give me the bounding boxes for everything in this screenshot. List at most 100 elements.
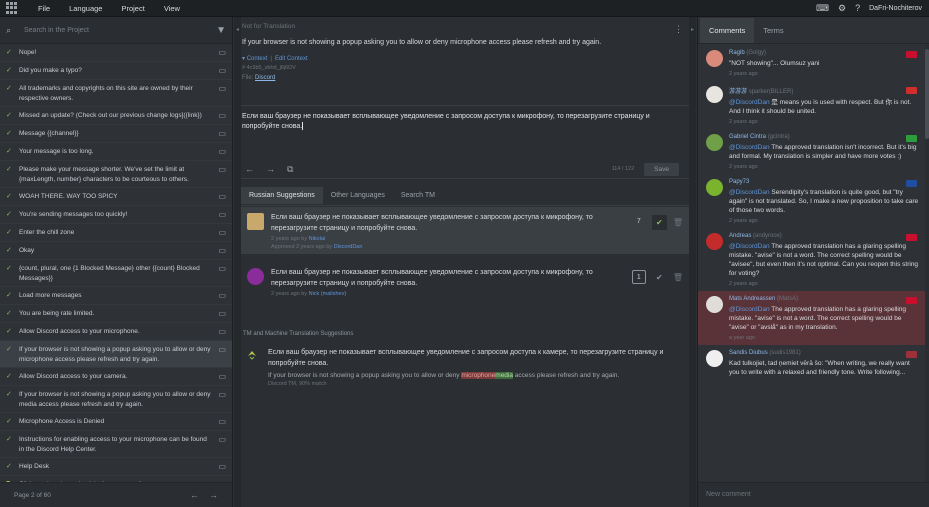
approved-check-icon: ✓ bbox=[6, 463, 12, 470]
comment-text: @DiscordDan The approved translation has… bbox=[729, 306, 907, 331]
string-list-item[interactable]: ✓ Allow Discord access to your camera. ▭ bbox=[0, 368, 232, 386]
string-list-item[interactable]: ✓ Please make your message shorter. We've… bbox=[0, 161, 232, 188]
comment-icon: ▭ bbox=[218, 246, 226, 255]
language-flag-icon bbox=[906, 234, 917, 241]
vote-count: 7 bbox=[636, 218, 641, 225]
string-list-item[interactable]: ✓ All trademarks and copyrights on this s… bbox=[0, 80, 232, 107]
approve-check-icon[interactable]: ✔ bbox=[652, 270, 667, 285]
apps-grid-icon[interactable] bbox=[6, 2, 18, 14]
source-string: If your browser is not showing a popup a… bbox=[242, 39, 602, 46]
undo-arrow-icon[interactable]: ← bbox=[245, 164, 254, 174]
filter-icon[interactable]: ▼ bbox=[216, 25, 226, 36]
comment-item: Gabriel Cintra (gcintra) @DiscordDan The … bbox=[698, 129, 929, 174]
search-input[interactable]: Search in the Project bbox=[24, 27, 89, 34]
string-text: Please make your message shorter. We've … bbox=[19, 166, 189, 183]
approved-check-icon: ✓ bbox=[6, 247, 12, 254]
comment-time: 2 years ago bbox=[729, 218, 758, 224]
tab-other-languages[interactable]: Other Languages bbox=[323, 187, 393, 204]
page-indicator: Page 2 of 60 bbox=[14, 491, 51, 499]
approved-check-icon: ✓ bbox=[6, 418, 12, 425]
tab-search-tm[interactable]: Search TM bbox=[393, 187, 443, 204]
collapse-left-icon[interactable]: ◂ bbox=[234, 17, 241, 507]
menu-language[interactable]: Language bbox=[69, 4, 102, 13]
string-list-item[interactable]: ✓ Allow Discord access to your microphone… bbox=[0, 323, 232, 341]
comment-item: Sandis Diubus (sudis1981) Kad tulkojiet, … bbox=[698, 345, 929, 384]
comment-list: Ragib (Golgy) "NOT showing"... Olumsuz ya… bbox=[698, 45, 929, 483]
string-list-item[interactable]: ✓ You're sending messages too quickly! ▭ bbox=[0, 206, 232, 224]
string-text: Allow Discord access to your camera. bbox=[19, 373, 128, 380]
comment-item: Mats Andreassen (MatsA) @DiscordDan The a… bbox=[698, 291, 929, 345]
copy-source-icon[interactable]: ⧉ bbox=[287, 164, 293, 175]
string-text: You are being rate limited. bbox=[19, 310, 95, 317]
pager: Page 2 of 60 ← → bbox=[0, 482, 232, 507]
menu-view[interactable]: View bbox=[164, 4, 180, 13]
comment-icon: ▭ bbox=[218, 192, 226, 201]
string-list-item[interactable]: ✓ Instructions for enabling access to you… bbox=[0, 431, 232, 458]
keyboard-icon[interactable]: ⌨ bbox=[816, 3, 829, 13]
context-link[interactable]: ▾ Context bbox=[242, 56, 267, 62]
trash-icon[interactable]: 🗑 bbox=[673, 215, 683, 230]
approved-check-icon: ✓ bbox=[6, 391, 12, 398]
comment-icon: ▭ bbox=[218, 228, 226, 237]
file-link[interactable]: Discord bbox=[255, 75, 275, 81]
string-list-item[interactable]: ✓ Missed an update? (Check out our previo… bbox=[0, 107, 232, 125]
menu-project[interactable]: Project bbox=[121, 4, 144, 13]
string-list-item[interactable]: ✓ Microphone Access is Denied ▭ bbox=[0, 413, 232, 431]
save-button[interactable]: Save bbox=[644, 162, 679, 176]
comment-icon: ▭ bbox=[218, 435, 226, 444]
string-list-item[interactable]: ✓ Help Desk ▭ bbox=[0, 458, 232, 476]
string-list-item[interactable]: ✓ You are being rate limited. ▭ bbox=[0, 305, 232, 323]
redo-arrow-icon[interactable]: → bbox=[266, 164, 275, 174]
comment-time: 2 years ago bbox=[729, 119, 758, 125]
approved-check-icon: ✓ bbox=[6, 85, 12, 92]
user-name[interactable]: DaFri-Nochiterov bbox=[869, 5, 922, 12]
edit-context-link[interactable]: Edit Context bbox=[275, 56, 308, 62]
avatar bbox=[247, 213, 264, 230]
string-list-item[interactable]: ✓ Your message is too long. ▭ bbox=[0, 143, 232, 161]
more-options-icon[interactable]: ⋮ bbox=[674, 24, 683, 35]
comment-icon: ▭ bbox=[218, 264, 226, 273]
string-list-item[interactable]: ✓ {count, plural, one {1 Blocked Message}… bbox=[0, 260, 232, 287]
language-flag-icon bbox=[906, 180, 917, 187]
next-page-icon[interactable]: → bbox=[209, 490, 218, 500]
trash-icon[interactable]: 🗑 bbox=[673, 270, 683, 285]
string-list-item[interactable]: ✓ Did you make a typo? ▭ bbox=[0, 62, 232, 80]
string-text: You're sending messages too quickly! bbox=[19, 211, 128, 218]
avatar bbox=[706, 86, 723, 103]
collapse-right-icon[interactable]: ▸ bbox=[689, 17, 696, 507]
string-list-item[interactable]: ✓ If your browser is not showing a popup … bbox=[0, 341, 232, 368]
avatar bbox=[706, 350, 723, 367]
string-list-item[interactable]: ✓ Nope! ▭ bbox=[0, 44, 232, 62]
string-key: # 4c9b5_vbhd_j6j6DV bbox=[242, 65, 296, 71]
string-list-item[interactable]: ✓ Load more messages ▭ bbox=[0, 287, 232, 305]
editor-toolbar: ← → ⧉ 114 / 122 Save bbox=[241, 160, 689, 179]
tab-terms[interactable]: Terms bbox=[754, 18, 792, 43]
new-comment-input[interactable]: New comment bbox=[698, 482, 929, 507]
comments-scrollbar[interactable] bbox=[925, 45, 929, 483]
suggestion-item[interactable]: Если ваш браузер не показывает всплывающ… bbox=[241, 207, 689, 254]
string-list-item[interactable]: ✓ WOAH THERE. WAY TOO SPICY ▭ bbox=[0, 188, 232, 206]
tab-comments[interactable]: Comments bbox=[700, 17, 755, 43]
tm-suggestion[interactable]: Если ваш браузер не показывает всплывающ… bbox=[241, 344, 689, 391]
gear-icon[interactable]: ⚙ bbox=[838, 3, 846, 13]
string-list-item[interactable]: ✓ If your browser is not showing a popup … bbox=[0, 386, 232, 413]
tm-section-title: TM and Machine Translation Suggestions bbox=[243, 331, 354, 337]
approve-check-icon[interactable]: ✔ bbox=[651, 215, 667, 230]
avatar bbox=[706, 50, 723, 67]
string-list-item[interactable]: ✓ Enter the chill zone ▭ bbox=[0, 224, 232, 242]
string-list-item[interactable]: ✓ Okay ▭ bbox=[0, 242, 232, 260]
vote-count[interactable]: 1 bbox=[631, 270, 646, 284]
help-icon[interactable]: ? bbox=[855, 3, 860, 13]
prev-page-icon[interactable]: ← bbox=[190, 490, 199, 500]
suggestion-text: Если ваш браузер не показывает всплывающ… bbox=[271, 269, 593, 287]
tab-russian-suggestions[interactable]: Russian Suggestions bbox=[241, 187, 323, 204]
comment-icon: ▭ bbox=[218, 390, 226, 399]
avatar bbox=[706, 233, 723, 250]
string-text: Nope! bbox=[19, 49, 37, 56]
menu-file[interactable]: File bbox=[38, 4, 50, 13]
suggestion-item[interactable]: Если ваш браузер не показывает всплывающ… bbox=[241, 262, 689, 312]
string-list-item[interactable]: ✓ Message {{channel}} ▭ bbox=[0, 125, 232, 143]
suggestion-meta: 2 years ago by Nick (malishev) bbox=[271, 291, 347, 297]
language-flag-icon bbox=[906, 135, 917, 142]
approved-check-icon: ✓ bbox=[6, 292, 12, 299]
